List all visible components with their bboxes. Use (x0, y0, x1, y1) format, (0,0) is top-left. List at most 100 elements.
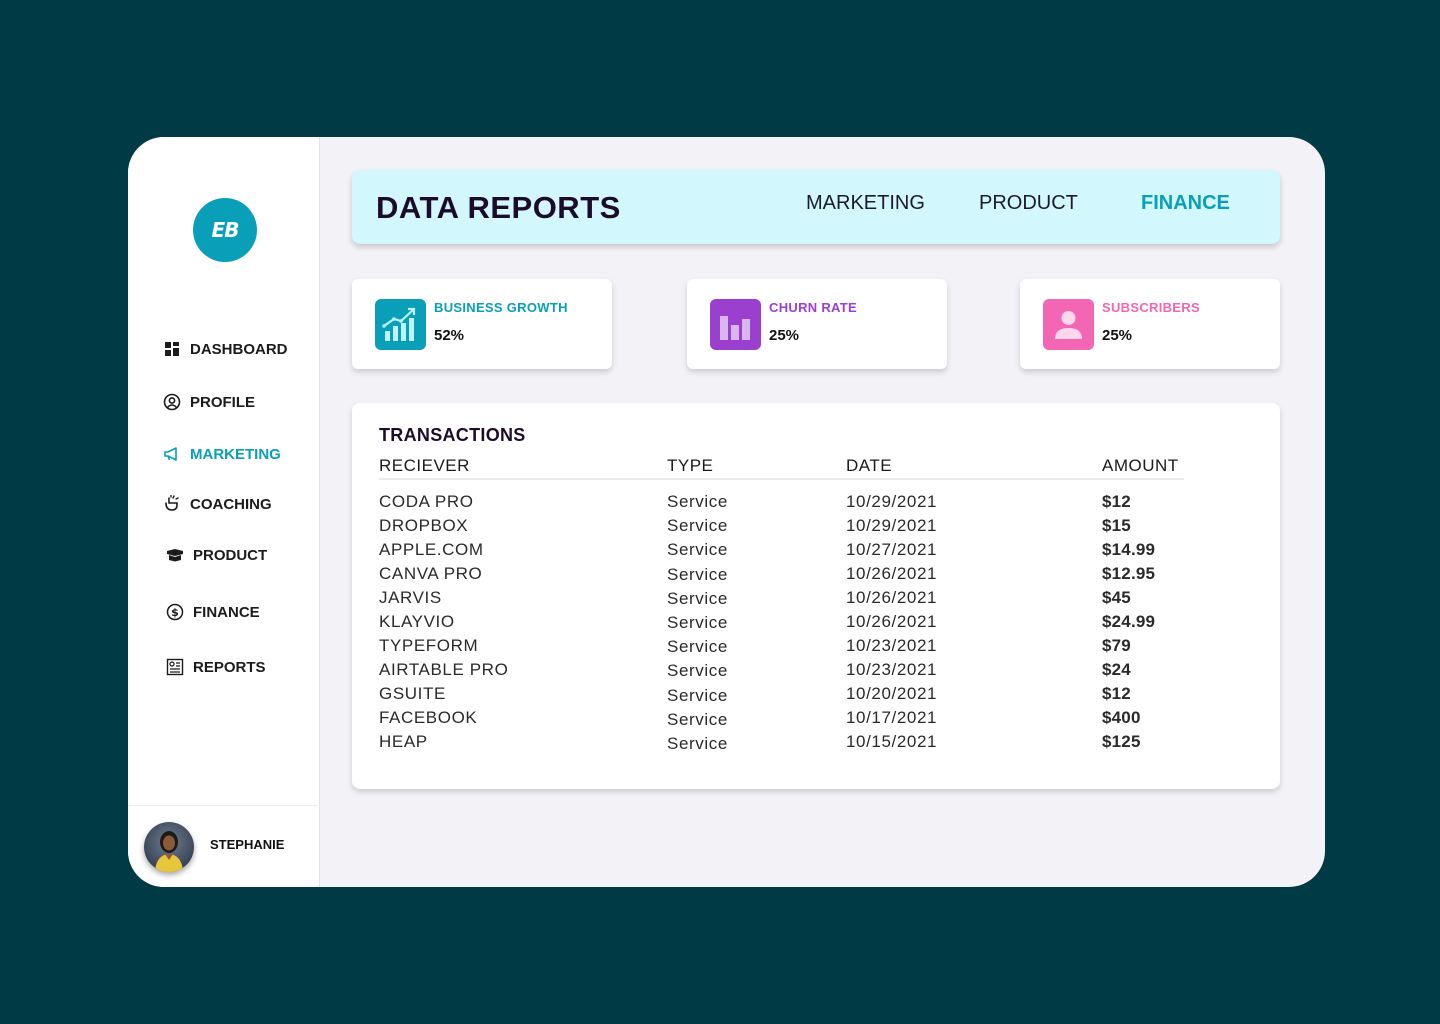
column-header-receiver[interactable]: RECIEVER (379, 456, 470, 476)
megaphone-icon (162, 444, 182, 464)
cell-receiver: APPLE.COM (379, 540, 484, 559)
app-window: EB DASHBOARD PROFILE MARKETING COACHING (128, 137, 1325, 887)
table-row[interactable]: CANVA PRO Service 10/26/2021 $12.95 (352, 562, 1280, 586)
brand-logo-text: EB (211, 218, 240, 242)
user-name: STEPHANIE (210, 837, 285, 852)
brand-logo[interactable]: EB (193, 198, 257, 262)
report-icon (165, 657, 185, 677)
column-header-type[interactable]: TYPE (667, 456, 713, 476)
cell-type: Service (667, 540, 728, 560)
table-row[interactable]: JARVIS Service 10/26/2021 $45 (352, 586, 1280, 610)
table-row[interactable]: DROPBOX Service 10/29/2021 $15 (352, 514, 1280, 538)
transactions-title: TRANSACTIONS (379, 425, 526, 445)
cell-date: 10/29/2021 (846, 516, 938, 535)
cell-date: 10/17/2021 (846, 708, 938, 727)
cell-date: 10/23/2021 (846, 636, 938, 655)
cell-type: Service (667, 685, 728, 705)
table-row[interactable]: KLAYVIO Service 10/26/2021 $24.99 (352, 610, 1280, 634)
sidebar-item-profile[interactable]: PROFILE (162, 392, 255, 412)
cell-receiver: DROPBOX (379, 516, 469, 535)
sidebar-item-coaching[interactable]: COACHING (162, 494, 272, 514)
cell-amount: $14.99 (1102, 540, 1156, 559)
tab-finance[interactable]: FINANCE (1141, 192, 1230, 215)
user-profile[interactable]: STEPHANIE (128, 805, 320, 887)
cell-date: 10/26/2021 (846, 564, 938, 583)
sidebar-item-marketing[interactable]: MARKETING (162, 444, 281, 464)
cell-receiver: KLAYVIO (379, 612, 455, 631)
table-row[interactable]: GSUITE Service 10/20/2021 $12 (352, 682, 1280, 706)
cell-date: 10/27/2021 (846, 540, 938, 559)
transactions-table-body: CODA PRO Service 10/29/2021 $12 DROPBOX Servi… (352, 490, 1280, 754)
stat-card-business-growth[interactable]: BUSINESS GROWTH 52% (352, 279, 612, 369)
table-row[interactable]: FACEBOOK Service 10/17/2021 $400 (352, 706, 1280, 730)
user-circle-icon (162, 392, 182, 412)
dollar-circle-icon: $ (165, 602, 185, 622)
sidebar-item-label: PRODUCT (193, 546, 268, 564)
table-row[interactable]: HEAP Service 10/15/2021 $125 (352, 730, 1280, 754)
cell-amount: $12.95 (1102, 564, 1156, 583)
sidebar-item-label: FINANCE (193, 603, 260, 621)
stat-value: 25% (769, 327, 800, 344)
sidebar-item-label: DASHBOARD (190, 340, 288, 358)
cell-type: Service (667, 516, 728, 536)
box-icon (165, 545, 185, 565)
table-row[interactable]: APPLE.COM Service 10/27/2021 $14.99 (352, 538, 1280, 562)
cell-receiver: CODA PRO (379, 492, 474, 511)
cell-amount: $24 (1102, 660, 1131, 679)
stat-label: SUBSCRIBERS (1102, 300, 1200, 315)
tab-product[interactable]: PRODUCT (979, 192, 1078, 215)
transactions-card: TRANSACTIONS RECIEVER TYPE DATE AMOUNT C… (352, 403, 1280, 789)
table-row[interactable]: CODA PRO Service 10/29/2021 $12 (352, 490, 1280, 514)
cell-amount: $125 (1102, 732, 1141, 751)
growth-chart-icon (375, 299, 426, 350)
sidebar: EB DASHBOARD PROFILE MARKETING COACHING (128, 137, 320, 887)
cell-type: Service (667, 613, 728, 632)
stat-card-churn-rate[interactable]: CHURN RATE 25% (687, 279, 947, 369)
sidebar-item-product[interactable]: PRODUCT (165, 545, 267, 565)
grid-icon (162, 339, 182, 359)
stat-value: 25% (1102, 327, 1133, 344)
sidebar-item-reports[interactable]: REPORTS (165, 657, 266, 677)
cell-receiver: TYPEFORM (379, 636, 479, 655)
header-divider (379, 478, 1184, 480)
cell-receiver: CANVA PRO (379, 564, 483, 583)
sidebar-item-label: MARKETING (190, 445, 281, 463)
sidebar-item-label: PROFILE (190, 393, 256, 411)
page-title: DATA REPORTS (376, 190, 621, 225)
tab-marketing[interactable]: MARKETING (806, 192, 925, 215)
cell-receiver: JARVIS (379, 588, 442, 607)
avatar[interactable] (144, 822, 194, 872)
sidebar-item-finance[interactable]: $ FINANCE (165, 602, 260, 622)
cell-type: Service (667, 734, 728, 753)
column-header-date[interactable]: DATE (846, 456, 892, 476)
stat-label: BUSINESS GROWTH (434, 300, 568, 315)
sidebar-item-dashboard[interactable]: DASHBOARD (162, 339, 288, 359)
cell-date: 10/23/2021 (846, 660, 938, 679)
cell-amount: $15 (1102, 516, 1131, 535)
cell-receiver: GSUITE (379, 684, 446, 703)
cell-amount: $79 (1102, 636, 1131, 655)
cell-amount: $45 (1102, 588, 1131, 607)
cell-type: Service (667, 637, 728, 657)
hand-icon (162, 494, 182, 514)
sidebar-item-label: REPORTS (193, 658, 266, 676)
cell-type: Service (667, 564, 728, 584)
person-icon (1043, 299, 1094, 350)
column-header-amount[interactable]: AMOUNT (1102, 456, 1179, 476)
cell-amount: $400 (1102, 708, 1141, 727)
table-row[interactable]: AIRTABLE PRO Service 10/23/2021 $24 (352, 658, 1280, 682)
cell-type: Service (667, 588, 728, 608)
cell-amount: $12 (1102, 684, 1131, 703)
cell-date: 10/26/2021 (846, 612, 938, 631)
cell-type: Service (667, 661, 728, 681)
cell-amount: $24.99 (1102, 612, 1156, 631)
cell-receiver: FACEBOOK (379, 708, 478, 727)
stat-card-subscribers[interactable]: SUBSCRIBERS 25% (1020, 279, 1280, 369)
page-header: DATA REPORTS MARKETING PRODUCT FINANCE (352, 170, 1280, 244)
cell-type: Service (667, 492, 728, 511)
cell-date: 10/26/2021 (846, 588, 938, 607)
table-row[interactable]: TYPEFORM Service 10/23/2021 $79 (352, 634, 1280, 658)
cell-receiver: AIRTABLE PRO (379, 660, 509, 679)
cell-date: 10/29/2021 (846, 492, 938, 511)
sidebar-item-label: COACHING (190, 495, 272, 513)
